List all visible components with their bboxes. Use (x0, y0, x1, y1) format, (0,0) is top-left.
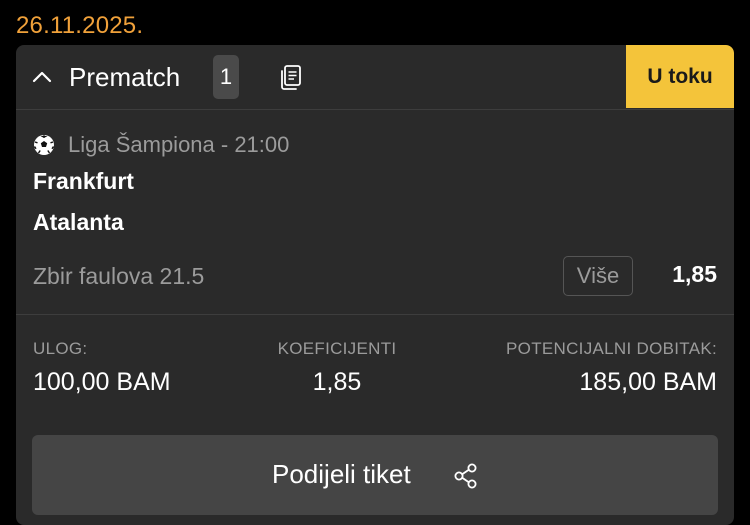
status-badge: U toku (626, 45, 734, 108)
document-copy-icon[interactable] (276, 62, 306, 92)
stake-value: 100,00 BAM (33, 368, 171, 396)
match-selection: Liga Šampiona - 21:00 Frankfurt Atalanta… (16, 110, 734, 315)
ticket-date: 26.11.2025. (16, 12, 144, 39)
share-icon (454, 463, 477, 489)
ticket-summary: ULOG: 100,00 BAM KOEFICIJENTI 1,85 POTEN… (16, 315, 734, 415)
league-row: Liga Šampiona - 21:00 (33, 132, 289, 158)
total-odds-label: KOEFICIJENTI (277, 339, 397, 358)
pick-odds: 1,85 (672, 261, 717, 287)
home-team: Frankfurt (33, 168, 134, 194)
ticket-card: Prematch 1 U toku Liga Šampiona - 21:00 … (16, 45, 734, 525)
away-team: Atalanta (33, 209, 124, 235)
stake-label: ULOG: (33, 339, 88, 358)
chevron-up-icon[interactable] (30, 65, 54, 89)
market-name: Zbir faulova 21.5 (33, 263, 205, 289)
potential-win-label: POTENCIJALNI DOBITAK: (506, 339, 717, 358)
ticket-header[interactable]: Prematch 1 U toku (16, 45, 734, 110)
league-time: Liga Šampiona - 21:00 (68, 132, 290, 157)
share-ticket-button[interactable]: Podijeli tiket (32, 435, 718, 515)
potential-win-value: 185,00 BAM (579, 368, 717, 396)
soccer-ball-icon (33, 135, 55, 155)
total-odds-value: 1,85 (312, 368, 362, 396)
ticket-type-title: Prematch (69, 62, 181, 92)
selection-count-badge: 1 (213, 55, 239, 99)
share-ticket-label: Podijeli tiket (272, 459, 411, 489)
pick-chip: Više (563, 256, 633, 296)
